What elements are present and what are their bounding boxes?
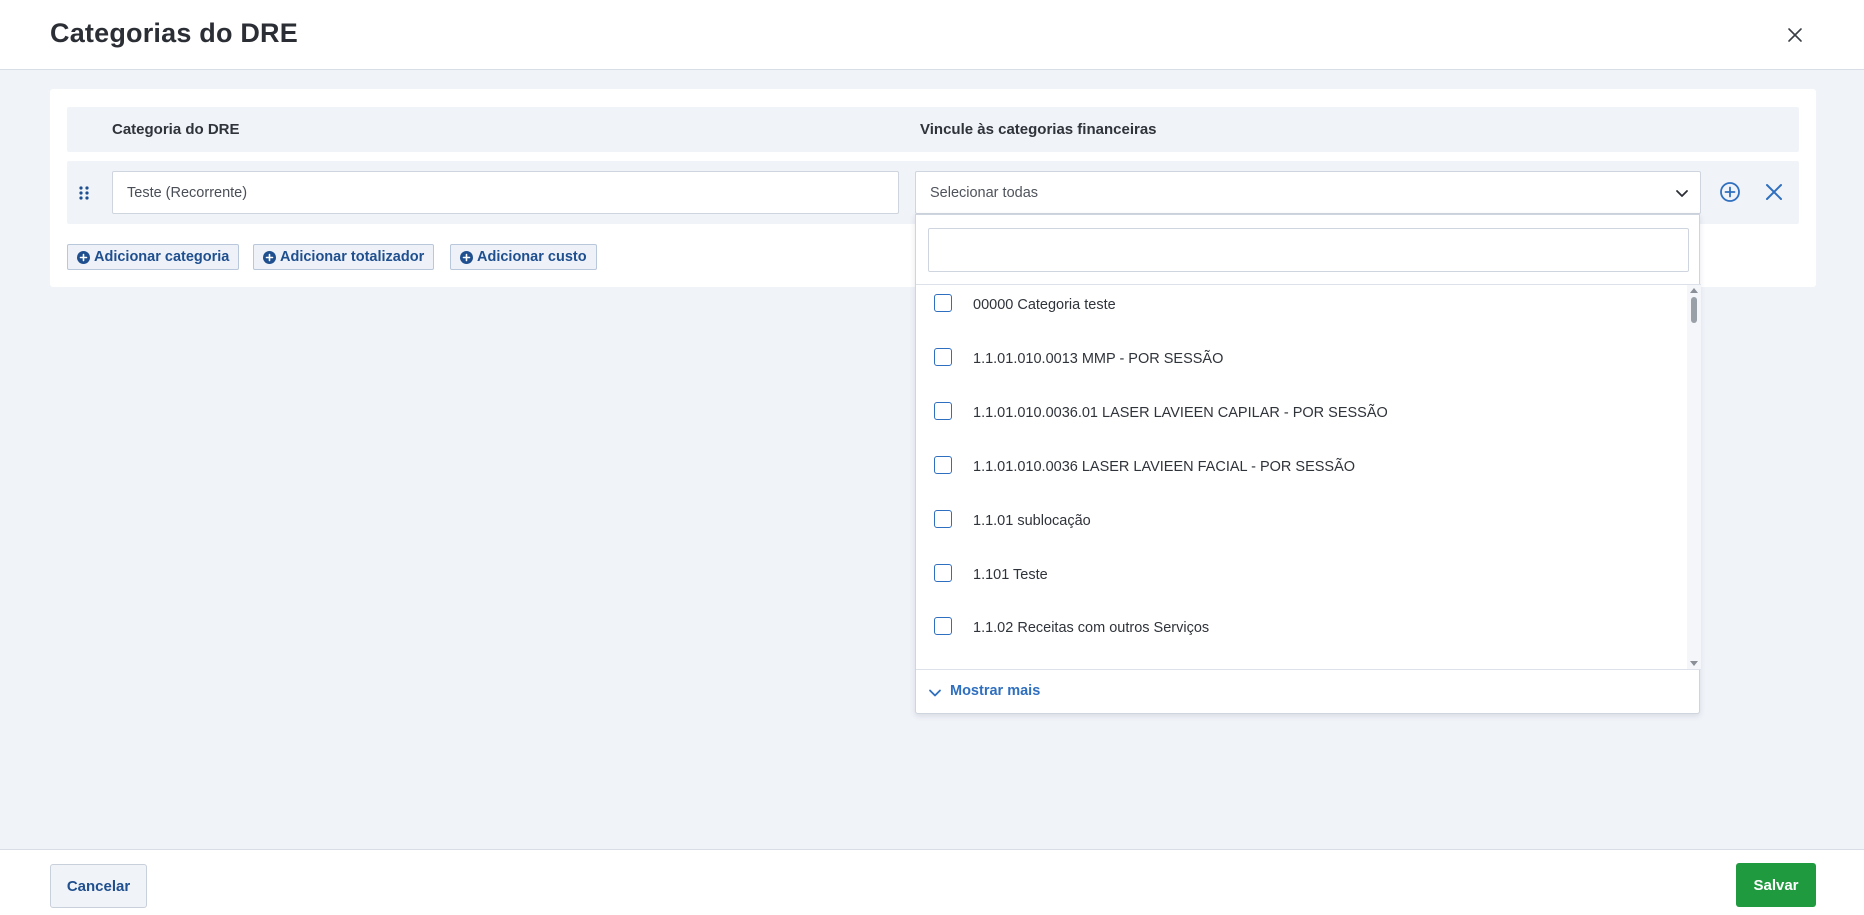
drag-handle-icon[interactable] bbox=[77, 185, 91, 201]
option-label: 1.1.01.010.0036.01 LASER LAVIEEN CAPILAR… bbox=[973, 405, 1388, 421]
scrollbar-thumb[interactable] bbox=[1691, 297, 1697, 323]
chevron-down-icon bbox=[1676, 190, 1688, 197]
dropdown-option-list[interactable]: 00000 Categoria teste 1.1.01.010.0013 MM… bbox=[916, 284, 1701, 670]
option-checkbox[interactable] bbox=[934, 402, 952, 420]
option-label: 00000 Categoria teste bbox=[973, 297, 1116, 313]
add-totalizer-button[interactable]: Adicionar totalizador bbox=[253, 244, 435, 270]
option-checkbox[interactable] bbox=[934, 456, 952, 474]
dropdown-option[interactable]: 1.101 Teste bbox=[916, 555, 1686, 595]
dropdown-option[interactable]: 00000 Categoria teste bbox=[916, 285, 1686, 325]
option-label: 1.1.01 sublocação bbox=[973, 513, 1091, 529]
dropdown-option[interactable]: 1.1.01.010.0013 MMP - POR SESSÃO bbox=[916, 339, 1686, 379]
plus-circle-icon bbox=[77, 251, 90, 264]
remove-row-icon[interactable] bbox=[1764, 182, 1784, 202]
dropdown-option[interactable]: 1.1.02 Receitas com outros Serviços bbox=[916, 608, 1686, 648]
add-totalizer-label: Adicionar totalizador bbox=[280, 249, 425, 265]
option-checkbox[interactable] bbox=[934, 348, 952, 366]
add-category-button[interactable]: Adicionar categoria bbox=[67, 244, 240, 270]
financial-category-select[interactable]: Selecionar todas bbox=[915, 171, 1701, 214]
dropdown-option[interactable]: 1.1.01.010.0036 LASER LAVIEEN FACIAL - P… bbox=[916, 447, 1686, 487]
select-value: Selecionar todas bbox=[930, 185, 1039, 201]
dropdown-scrollbar[interactable] bbox=[1687, 285, 1701, 669]
modal-footer: Cancelar Salvar bbox=[0, 849, 1864, 915]
dropdown-option[interactable]: 1.1.01.010.0036.01 LASER LAVIEEN CAPILAR… bbox=[916, 393, 1686, 433]
cancel-button[interactable]: Cancelar bbox=[50, 864, 147, 908]
chevron-down-icon bbox=[929, 689, 941, 697]
option-label: 1.1.02 Receitas com outros Serviços bbox=[973, 620, 1210, 636]
option-checkbox[interactable] bbox=[934, 564, 952, 582]
modal-header: Categorias do DRE bbox=[0, 0, 1864, 70]
close-icon[interactable] bbox=[1782, 22, 1808, 48]
option-checkbox[interactable] bbox=[934, 510, 952, 528]
page-title: Categorias do DRE bbox=[50, 18, 298, 48]
financial-category-dropdown: 00000 Categoria teste 1.1.01.010.0013 MM… bbox=[915, 214, 1701, 714]
option-checkbox[interactable] bbox=[934, 617, 952, 635]
show-more-label: Mostrar mais bbox=[950, 683, 1041, 699]
column-header-category: Categoria do DRE bbox=[112, 121, 240, 138]
option-label: 1.1.01.010.0013 MMP - POR SESSÃO bbox=[973, 351, 1224, 367]
scroll-down-icon[interactable] bbox=[1690, 661, 1698, 666]
dropdown-search-input[interactable] bbox=[928, 228, 1689, 272]
table-header: Categoria do DRE Vincule às categorias f… bbox=[67, 107, 1799, 152]
option-label: 1.101 Teste bbox=[973, 567, 1048, 583]
column-header-financial-link: Vincule às categorias financeiras bbox=[920, 121, 1157, 138]
add-cost-label: Adicionar custo bbox=[477, 249, 587, 265]
add-cost-button[interactable]: Adicionar custo bbox=[450, 244, 597, 270]
dropdown-option[interactable]: 1.1.01 sublocação bbox=[916, 501, 1686, 541]
option-checkbox[interactable] bbox=[934, 294, 952, 312]
save-button[interactable]: Salvar bbox=[1736, 863, 1816, 907]
add-row-icon[interactable] bbox=[1719, 181, 1741, 203]
option-label: 1.1.01.010.0036 LASER LAVIEEN FACIAL - P… bbox=[973, 459, 1356, 475]
category-name-input[interactable] bbox=[112, 171, 899, 214]
scroll-up-icon[interactable] bbox=[1690, 288, 1698, 293]
plus-circle-icon bbox=[460, 251, 473, 264]
add-category-label: Adicionar categoria bbox=[94, 249, 230, 265]
plus-circle-icon bbox=[263, 251, 276, 264]
